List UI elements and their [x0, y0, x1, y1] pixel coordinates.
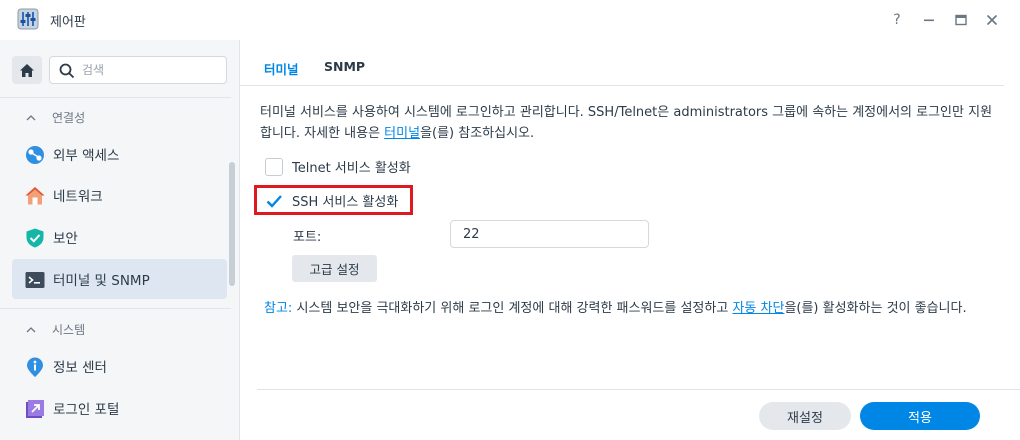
title-bar: 제어판 ?: [0, 0, 1020, 40]
advanced-settings-button[interactable]: 고급 설정: [292, 255, 377, 282]
checkmark-icon: [266, 194, 282, 208]
sidebar-item-label: 외부 액세스: [53, 148, 120, 164]
telnet-checkbox-row[interactable]: Telnet 서비스 활성화: [265, 157, 411, 176]
sidebar-item-info-center[interactable]: 정보 센터: [12, 346, 227, 386]
info-center-icon: [27, 357, 43, 377]
chevron-up-icon: [26, 114, 36, 120]
description-part: 을(를) 참조하십시오.: [420, 126, 535, 141]
section-header-system[interactable]: 시스템: [26, 321, 85, 338]
tab-terminal[interactable]: 터미널: [264, 59, 299, 78]
port-input[interactable]: [450, 220, 649, 248]
note-text: 참고: 시스템 보안을 극대화하기 위해 로그인 계정에 대해 강력한 패스워드…: [264, 297, 1004, 320]
ssh-checkbox-label: SSH 서비스 활성화: [292, 195, 399, 210]
network-house-icon: [25, 187, 45, 205]
sidebar-divider: [0, 308, 231, 309]
sidebar-item-terminal-snmp[interactable]: 터미널 및 SNMP: [12, 259, 227, 299]
tab-bar: 터미널 SNMP: [240, 40, 1004, 86]
sidebar: 연결성 외부 액세스 네트워크 보안 터미널 및 SNMP: [0, 40, 240, 440]
tab-snmp[interactable]: SNMP: [324, 59, 365, 74]
apply-button[interactable]: 적용: [860, 402, 980, 430]
control-panel-icon: [17, 8, 39, 30]
sidebar-item-network[interactable]: 네트워크: [12, 175, 227, 215]
note-part: 시스템 보안을 극대화하기 위해 로그인 계정에 대해 강력한 패스워드를 설정…: [292, 301, 733, 316]
telnet-checkbox-label: Telnet 서비스 활성화: [292, 161, 411, 176]
footer-divider: [257, 389, 1020, 390]
sidebar-item-label: 정보 센터: [53, 360, 107, 376]
terminal-icon: [25, 272, 45, 288]
auto-block-link[interactable]: 자동 차단: [732, 301, 784, 316]
description-text: 터미널 서비스를 사용하여 시스템에 로그인하고 관리합니다. SSH/Teln…: [260, 102, 1000, 144]
note-part: 을(를) 활성화하는 것이 좋습니다.: [784, 301, 967, 316]
section-label: 연결성: [52, 111, 86, 125]
close-icon[interactable]: [981, 9, 1003, 31]
telnet-checkbox[interactable]: [265, 157, 283, 176]
sidebar-item-label: 보안: [53, 231, 78, 247]
sidebar-item-external-access[interactable]: 외부 액세스: [12, 134, 227, 174]
ssh-checkbox-row[interactable]: SSH 서비스 활성화: [265, 191, 398, 210]
sidebar-scrollbar[interactable]: [229, 162, 235, 286]
note-label: 참고:: [264, 301, 293, 316]
minimize-icon[interactable]: [918, 9, 940, 31]
search-box[interactable]: [49, 56, 227, 84]
section-header-connectivity[interactable]: 연결성: [26, 109, 85, 126]
sidebar-item-login-portal[interactable]: 로그인 포털: [12, 388, 227, 428]
help-icon[interactable]: ?: [886, 9, 908, 31]
search-icon: [59, 63, 75, 79]
sidebar-item-label: 네트워크: [53, 189, 103, 205]
reset-button[interactable]: 재설정: [759, 402, 851, 430]
ssh-checkbox[interactable]: [265, 192, 283, 210]
sidebar-item-security[interactable]: 보안: [12, 217, 227, 257]
external-access-icon: [26, 146, 44, 164]
security-shield-icon: [26, 228, 44, 248]
terminal-help-link[interactable]: 터미널: [384, 126, 420, 141]
sidebar-divider: [0, 97, 231, 98]
sidebar-item-label: 로그인 포털: [53, 402, 120, 418]
chevron-up-icon: [26, 326, 36, 332]
section-label: 시스템: [52, 323, 86, 337]
port-label: 포트:: [293, 230, 322, 245]
home-button[interactable]: [12, 56, 42, 84]
maximize-icon[interactable]: [950, 9, 972, 31]
search-input[interactable]: [82, 61, 222, 79]
window-title: 제어판: [50, 15, 86, 30]
login-portal-icon: [26, 400, 44, 418]
home-icon: [20, 63, 34, 77]
description-part: 터미널 서비스를 사용하여 시스템에 로그인하고 관리합니다. SSH/Teln…: [260, 105, 993, 141]
sidebar-item-label: 터미널 및 SNMP: [53, 273, 150, 289]
